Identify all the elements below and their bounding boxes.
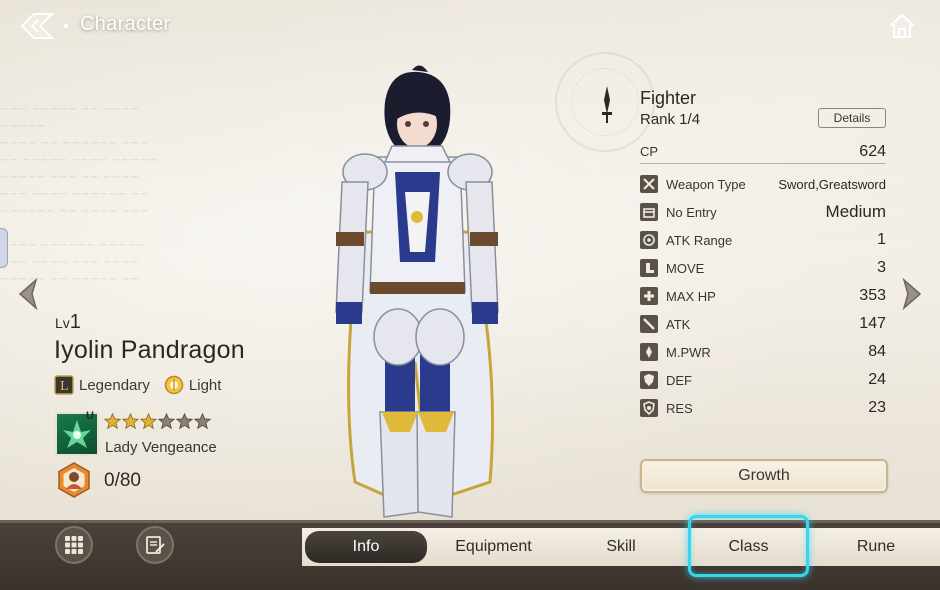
stat-row-def: DEF 24 <box>640 366 886 394</box>
stat-value: Sword,Greatsword <box>778 176 886 192</box>
stat-row-atk-range: ATK Range 1 <box>640 226 886 254</box>
stat-label: No Entry <box>666 204 717 220</box>
stat-label: Weapon Type <box>666 176 746 192</box>
stat-label: MAX HP <box>666 288 716 304</box>
stat-value: Medium <box>825 202 886 221</box>
star-filled-icon <box>104 413 121 430</box>
background-script-decoration: ~~~ ~~~~~ ~~ ~~~~ ~~~~~ ~~~~ ~~ ~~~~~~ ~~… <box>0 102 158 285</box>
tab-rune[interactable]: Rune <box>815 528 937 566</box>
character-tags: L Legendary Light <box>54 375 221 395</box>
stat-row-max-hp: MAX HP 353 <box>640 282 886 310</box>
back-arrow-icon <box>20 13 55 39</box>
level-value: 1 <box>69 311 81 333</box>
element-label: Light <box>188 376 222 394</box>
stat-row-no-entry: No Entry Medium <box>640 198 886 226</box>
growth-button[interactable]: Growth <box>640 459 888 493</box>
title-dot <box>64 24 68 28</box>
character-name: Iyolin Pandragon <box>54 336 245 364</box>
stat-label: ATK Range <box>666 232 733 248</box>
tab-info[interactable]: Info <box>305 531 427 563</box>
stat-list: Weapon Type Sword,Greatsword No Entry Me… <box>640 170 886 422</box>
stat-row-mpwr: M.PWR 84 <box>640 338 886 366</box>
notes-button[interactable] <box>136 526 174 564</box>
stat-label: ATK <box>666 316 691 332</box>
class-rank: Rank 1/4 <box>640 111 701 128</box>
skill-badge: U <box>86 410 94 422</box>
cp-value: 624 <box>859 142 886 160</box>
star-empty-icon <box>176 413 193 430</box>
skill-star-rating <box>104 413 211 430</box>
stat-value: 3 <box>877 259 886 276</box>
trust-portrait-icon[interactable] <box>56 462 92 498</box>
trust-count: 0/80 <box>104 470 141 491</box>
stat-value: 1 <box>877 231 886 248</box>
mpwr-icon <box>640 343 658 361</box>
stat-value: 84 <box>868 343 886 360</box>
star-empty-icon <box>158 413 175 430</box>
stat-row-atk: ATK 147 <box>640 310 886 338</box>
weapon-type-icon <box>640 175 658 193</box>
grid-icon <box>65 536 83 554</box>
level-display: Lv1 <box>55 311 81 334</box>
stat-label: DEF <box>666 372 692 388</box>
stat-value: 24 <box>868 371 886 388</box>
tab-class-highlight <box>688 515 809 577</box>
back-button[interactable] <box>18 10 56 42</box>
menu-grid-button[interactable] <box>55 526 93 564</box>
character-figure <box>335 65 499 518</box>
notes-edit-icon <box>146 536 165 554</box>
no-entry-icon <box>640 203 658 221</box>
tab-equipment[interactable]: Equipment <box>430 528 557 566</box>
skill-name: Lady Vengeance <box>105 439 217 456</box>
stat-value: 353 <box>859 287 886 304</box>
res-icon <box>640 399 658 417</box>
stat-row-move: MOVE 3 <box>640 254 886 282</box>
star-filled-icon <box>140 413 157 430</box>
stat-row-res: RES 23 <box>640 394 886 422</box>
stat-value: 23 <box>868 399 886 416</box>
star-empty-icon <box>194 413 211 430</box>
atk-range-icon <box>640 231 658 249</box>
stat-label: M.PWR <box>666 344 711 360</box>
legendary-icon: L <box>54 375 74 395</box>
tab-skill[interactable]: Skill <box>560 528 682 566</box>
atk-icon <box>640 315 658 333</box>
details-button[interactable]: Details <box>818 108 886 128</box>
star-filled-icon <box>122 413 139 430</box>
cp-label: CP <box>640 144 659 159</box>
previous-character-arrow-icon[interactable] <box>14 276 40 312</box>
def-icon <box>640 371 658 389</box>
max-hp-icon <box>640 287 658 305</box>
page-title: Character <box>80 13 171 35</box>
fighter-class-icon <box>602 86 612 123</box>
class-name: Fighter <box>640 88 697 108</box>
home-button[interactable] <box>886 10 918 42</box>
rarity-label: Legendary <box>79 376 150 394</box>
svg-text:L: L <box>60 379 68 393</box>
home-icon <box>890 14 914 38</box>
stat-label: MOVE <box>666 260 705 276</box>
stat-value: 147 <box>859 315 886 332</box>
move-icon <box>640 259 658 277</box>
level-label: Lv <box>55 315 70 331</box>
stat-row-weapon-type: Weapon Type Sword,Greatsword <box>640 170 886 198</box>
next-character-arrow-icon[interactable] <box>900 276 926 312</box>
cp-row: CP 624 <box>640 140 886 164</box>
side-pull-tab[interactable] <box>0 228 8 268</box>
light-element-icon <box>164 375 184 395</box>
stat-label: RES <box>666 400 693 416</box>
